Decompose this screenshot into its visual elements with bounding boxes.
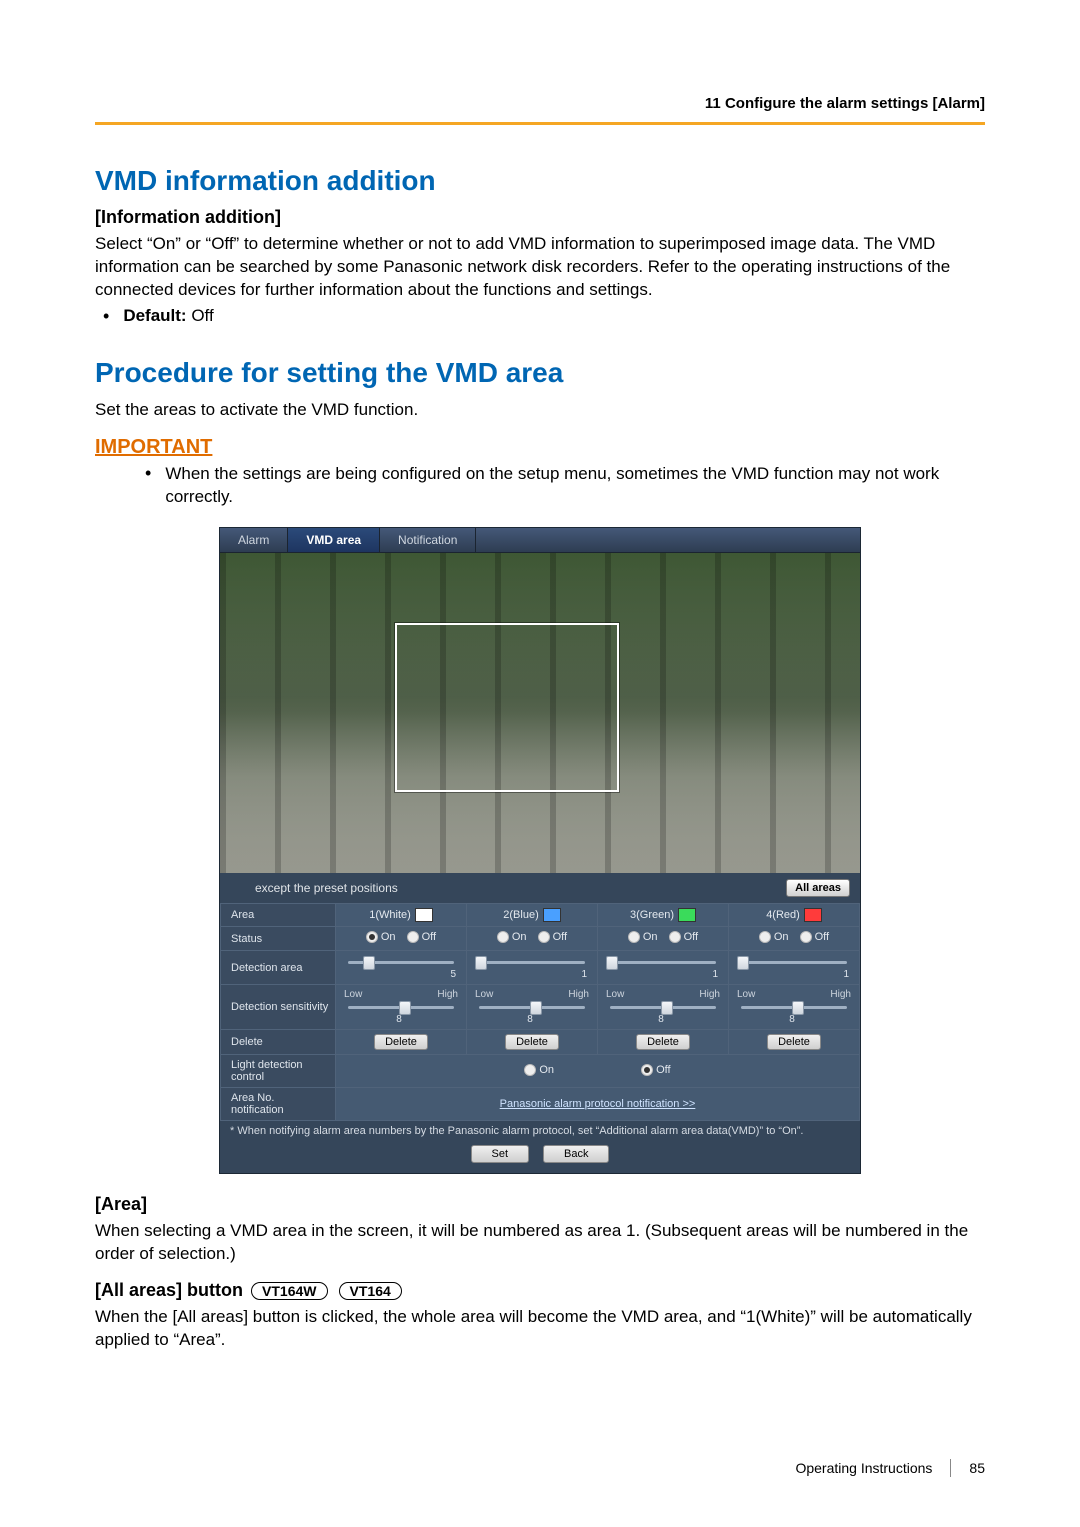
tab-vmd-area[interactable]: VMD area [288, 528, 380, 552]
set-button[interactable]: Set [471, 1145, 530, 1163]
header-rule [95, 122, 985, 125]
light-detection-radios[interactable]: On Off [336, 1055, 860, 1088]
footer-label: Operating Instructions [795, 1460, 932, 1476]
area-2-detarea-slider[interactable]: 1 [467, 951, 598, 985]
tab-alarm[interactable]: Alarm [220, 528, 288, 552]
panel-footnote: * When notifying alarm area numbers by t… [220, 1121, 860, 1139]
area-3-header: 3(Green) [598, 904, 729, 927]
row-sens-label: Detection sensitivity [221, 985, 336, 1030]
all-areas-button[interactable]: All areas [786, 879, 850, 897]
important-text: When the settings are being configured o… [165, 463, 985, 509]
page-footer: Operating Instructions 85 [795, 1459, 985, 1477]
allareas-text: When the [All areas] button is clicked, … [95, 1306, 985, 1352]
area-3-sens-slider[interactable]: LowHigh 8 [598, 985, 729, 1030]
area-head: [Area] [95, 1194, 985, 1215]
row-areano-label: Area No. notification [221, 1088, 336, 1121]
area-4-status[interactable]: On Off [729, 927, 860, 951]
tab-notification[interactable]: Notification [380, 528, 476, 552]
row-delete-label: Delete [221, 1030, 336, 1055]
tab-bar: Alarm VMD area Notification [220, 528, 860, 553]
panasonic-protocol-link[interactable]: Panasonic alarm protocol notification >> [500, 1098, 696, 1110]
vmd-settings-panel: Alarm VMD area Notification except the p… [219, 527, 861, 1174]
vmd-selection-box[interactable] [395, 623, 619, 792]
bullet-dot: • [103, 306, 109, 328]
area-2-delete-button[interactable]: Delete [505, 1034, 559, 1050]
area-4-header: 4(Red) [729, 904, 860, 927]
info-addition-text: Select “On” or “Off” to determine whethe… [95, 233, 985, 302]
procedure-intro: Set the areas to activate the VMD functi… [95, 399, 985, 422]
area-2-status[interactable]: On Off [467, 927, 598, 951]
area-4-delete-button[interactable]: Delete [767, 1034, 821, 1050]
chapter-header: 11 Configure the alarm settings [Alarm] [95, 95, 985, 112]
model-badge-vt164: VT164 [339, 1282, 402, 1300]
area-1-sens-slider[interactable]: LowHigh 8 [336, 985, 467, 1030]
area-3-delete-button[interactable]: Delete [636, 1034, 690, 1050]
area-3-detarea-slider[interactable]: 1 [598, 951, 729, 985]
video-preview[interactable] [220, 553, 860, 873]
row-light-label: Light detection control [221, 1055, 336, 1088]
area-1-status[interactable]: On Off [336, 927, 467, 951]
heading-vmd-info: VMD information addition [95, 165, 985, 197]
bullet-dot: • [145, 463, 151, 509]
footer-page: 85 [969, 1460, 985, 1476]
preset-text: except the preset positions [255, 881, 398, 895]
area-1-header: 1(White) [336, 904, 467, 927]
default-line: Default: Off [123, 306, 213, 326]
area-2-header: 2(Blue) [467, 904, 598, 927]
subhead-info-addition: [Information addition] [95, 207, 985, 228]
area-2-sens-slider[interactable]: LowHigh 8 [467, 985, 598, 1030]
row-detarea-label: Detection area [221, 951, 336, 985]
area-1-detarea-slider[interactable]: 5 [336, 951, 467, 985]
row-area-label: Area [221, 904, 336, 927]
model-badge-vt164w: VT164W [251, 1282, 327, 1300]
allareas-head: [All areas] button VT164W VT164 [95, 1280, 985, 1301]
heading-procedure: Procedure for setting the VMD area [95, 357, 985, 389]
back-button[interactable]: Back [543, 1145, 609, 1163]
important-label: IMPORTANT [95, 436, 985, 459]
area-4-detarea-slider[interactable]: 1 [729, 951, 860, 985]
area-4-sens-slider[interactable]: LowHigh 8 [729, 985, 860, 1030]
area-3-status[interactable]: On Off [598, 927, 729, 951]
area-1-delete-button[interactable]: Delete [374, 1034, 428, 1050]
vmd-area-table: Area 1(White) 2(Blue) 3(Green) 4(Red) St… [220, 903, 860, 1121]
area-text: When selecting a VMD area in the screen,… [95, 1220, 985, 1266]
row-status-label: Status [221, 927, 336, 951]
